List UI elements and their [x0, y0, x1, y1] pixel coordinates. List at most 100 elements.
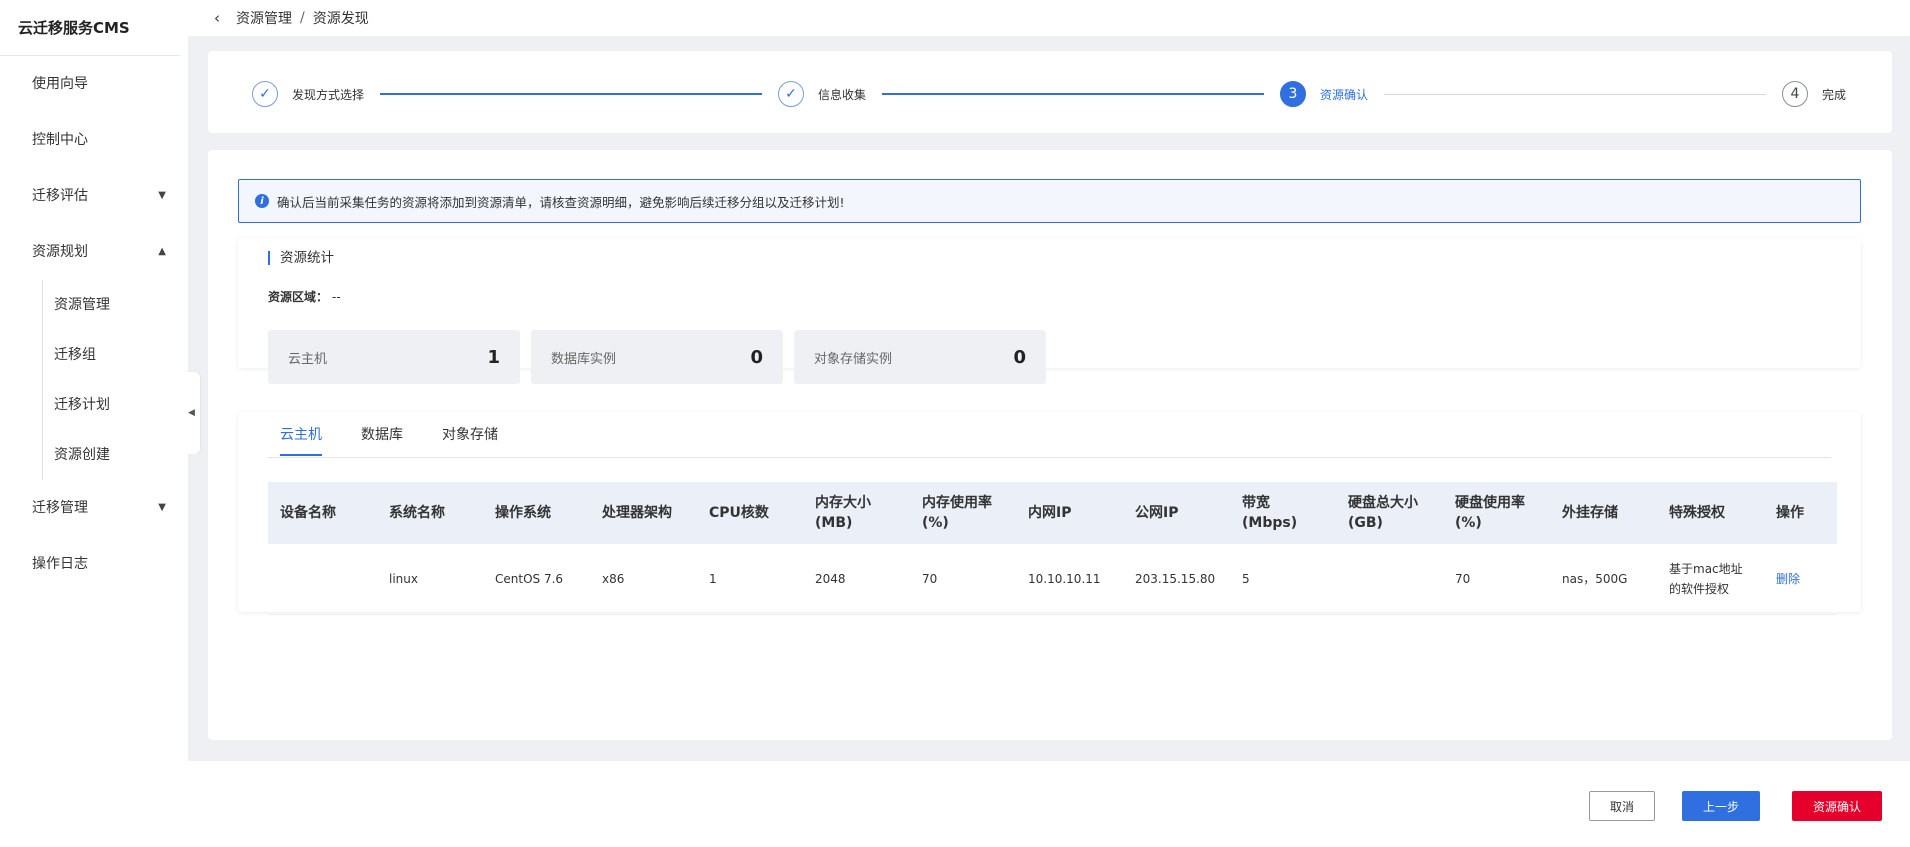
cell-public-ip: 203.15.15.80 — [1123, 544, 1230, 615]
stat-value: 1 — [487, 346, 500, 368]
cell-memory-usage: 70 — [910, 544, 1016, 615]
stat-label: 对象存储实例 — [814, 351, 893, 367]
breadcrumb-parent[interactable]: 资源管理 — [236, 8, 292, 28]
step-connector — [1384, 94, 1766, 95]
cell-cpu: 1 — [697, 544, 803, 615]
sidebar-subitem-migration-plan[interactable]: 迁移计划 — [0, 380, 188, 430]
resource-table: 设备名称 系统名称 操作系统 处理器架构 CPU核数 内存大小(MB) 内存使用… — [268, 482, 1837, 615]
step-4: 4 完成 — [1782, 81, 1846, 107]
check-icon: ✓ — [252, 81, 278, 107]
cell-memory: 2048 — [803, 544, 910, 615]
sidebar-subitem-resource-management[interactable]: 资源管理 — [0, 280, 188, 330]
notice-text: 确认后当前采集任务的资源将添加到资源清单，请核查资源明细，避免影响后续迁移分组以… — [277, 194, 845, 210]
cell-actions: 删除 — [1764, 544, 1837, 615]
confirm-resources-button[interactable]: 资源确认 — [1792, 791, 1882, 821]
delete-link[interactable]: 删除 — [1776, 572, 1800, 586]
stat-box-hosts: 云主机 1 — [268, 330, 520, 384]
stat-box-object-storage: 对象存储实例 0 — [794, 330, 1046, 384]
tab-object-storage[interactable]: 对象存储 — [442, 424, 498, 454]
sidebar-item-label: 迁移评估 — [32, 188, 88, 204]
table-row: linux CentOS 7.6 x86 1 2048 70 10.10.10.… — [268, 544, 1837, 615]
stat-label: 云主机 — [288, 351, 328, 367]
step-3: 3 资源确认 — [1280, 81, 1368, 107]
cell-disk-size — [1336, 544, 1443, 615]
cell-private-ip: 10.10.10.11 — [1016, 544, 1123, 615]
step-connector — [882, 93, 1264, 95]
step-connector — [380, 93, 762, 95]
cancel-button[interactable]: 取消 — [1589, 791, 1655, 821]
brand-title: 云迁移服务CMS — [0, 0, 180, 56]
breadcrumb-current: 资源发现 — [312, 11, 369, 27]
caret-left-icon: ◀ — [188, 408, 195, 418]
step-number: 3 — [1280, 81, 1306, 107]
caret-down-icon: ▼ — [158, 502, 166, 513]
caret-down-icon: ▼ — [158, 190, 166, 201]
step-label: 发现方式选择 — [292, 87, 365, 102]
sidebar-item-label: 资源规划 — [32, 244, 88, 260]
sidebar: 云迁移服务CMS 使用向导 控制中心 迁移评估 ▼ 资源规划 ▲ 资源管理 迁移组 … — [0, 0, 188, 847]
cell-arch: x86 — [590, 544, 697, 615]
stat-label: 数据库实例 — [551, 351, 617, 367]
tab-cloud-host[interactable]: 云主机 — [280, 424, 322, 456]
step-number: 4 — [1782, 81, 1808, 107]
cell-disk-usage: 70 — [1443, 544, 1550, 615]
region-value: -- — [332, 290, 341, 304]
steps-card: ✓ 发现方式选择 ✓ 信息收集 3 资源确认 4 完成 — [208, 51, 1892, 133]
section-title: 资源统计 — [268, 251, 334, 265]
table-panel: 云主机 数据库 对象存储 设备名称 系统名称 操作系统 处理器架构 CPU核数 … — [238, 412, 1861, 615]
cell-external-storage: nas，500G — [1550, 544, 1657, 615]
sidebar-item-guide[interactable]: 使用向导 — [0, 56, 188, 112]
column-header: 内网IP — [1016, 482, 1123, 544]
sidebar-item-resource-planning[interactable]: 资源规划 ▲ — [0, 224, 188, 280]
main-card: i 确认后当前采集任务的资源将添加到资源清单，请核查资源明细，避免影响后续迁移分… — [208, 150, 1892, 740]
column-header: CPU核数 — [697, 482, 803, 544]
resource-tabs: 云主机 数据库 对象存储 — [268, 412, 1831, 458]
column-header: 公网IP — [1123, 482, 1230, 544]
column-header: 操作系统 — [483, 482, 590, 544]
back-chevron-icon[interactable]: ‹ — [214, 9, 220, 27]
sidebar-item-control-center[interactable]: 控制中心 — [0, 112, 188, 168]
tab-database[interactable]: 数据库 — [361, 424, 403, 454]
breadcrumb: ‹ 资源管理 / 资源发现 — [188, 0, 1910, 36]
sidebar-subitem-resource-creation[interactable]: 资源创建 — [0, 430, 188, 480]
column-header: 硬盘总大小(GB) — [1336, 482, 1443, 544]
sidebar-nav: 使用向导 控制中心 迁移评估 ▼ 资源规划 ▲ 资源管理 迁移组 迁移计划 资源创建… — [0, 56, 188, 592]
sidebar-subitem-migration-group[interactable]: 迁移组 — [0, 330, 188, 380]
stats-panel: 资源统计 资源区域： -- 云主机 1 数据库实例 0 对象存储实例 0 — [238, 238, 1861, 384]
sidebar-item-label: 操作日志 — [32, 556, 88, 572]
stat-box-databases: 数据库实例 0 — [531, 330, 783, 384]
sidebar-collapse-handle[interactable]: ◀ — [183, 372, 200, 454]
check-icon: ✓ — [778, 81, 804, 107]
stat-value: 0 — [1013, 346, 1026, 368]
column-header: 硬盘使用率(%) — [1443, 482, 1550, 544]
column-header: 操作 — [1764, 482, 1837, 544]
step-label: 资源确认 — [1320, 87, 1369, 102]
cell-special-license: 基于mac地址的软件授权 — [1657, 544, 1764, 615]
cell-device-name — [268, 544, 377, 615]
sidebar-item-label: 迁移管理 — [32, 500, 88, 516]
sidebar-item-label: 使用向导 — [32, 76, 88, 92]
column-header: 内存大小(MB) — [803, 482, 910, 544]
sidebar-item-migration-assessment[interactable]: 迁移评估 ▼ — [0, 168, 188, 224]
notice-banner: i 确认后当前采集任务的资源将添加到资源清单，请核查资源明细，避免影响后续迁移分… — [238, 179, 1861, 223]
region-label: 资源区域： — [268, 290, 329, 304]
sidebar-item-label: 控制中心 — [32, 132, 88, 148]
sidebar-item-migration-management[interactable]: 迁移管理 ▼ — [0, 480, 188, 536]
info-icon: i — [255, 194, 269, 208]
sidebar-item-operation-log[interactable]: 操作日志 — [0, 536, 188, 592]
table-header-row: 设备名称 系统名称 操作系统 处理器架构 CPU核数 内存大小(MB) 内存使用… — [268, 482, 1837, 544]
step-label: 完成 — [1822, 87, 1847, 102]
cell-system-name: linux — [377, 544, 483, 615]
cell-bandwidth: 5 — [1230, 544, 1336, 615]
previous-step-button[interactable]: 上一步 — [1682, 791, 1760, 821]
step-2: ✓ 信息收集 — [778, 81, 866, 107]
breadcrumb-separator: / — [300, 10, 305, 26]
column-header: 内存使用率(%) — [910, 482, 1016, 544]
step-label: 信息收集 — [818, 87, 867, 102]
resource-region: 资源区域： -- — [268, 288, 341, 305]
cell-os: CentOS 7.6 — [483, 544, 590, 615]
column-header: 外挂存储 — [1550, 482, 1657, 544]
column-header: 设备名称 — [268, 482, 377, 544]
step-1: ✓ 发现方式选择 — [252, 81, 364, 107]
sidebar-subnav: 资源管理 迁移组 迁移计划 资源创建 — [0, 280, 188, 480]
